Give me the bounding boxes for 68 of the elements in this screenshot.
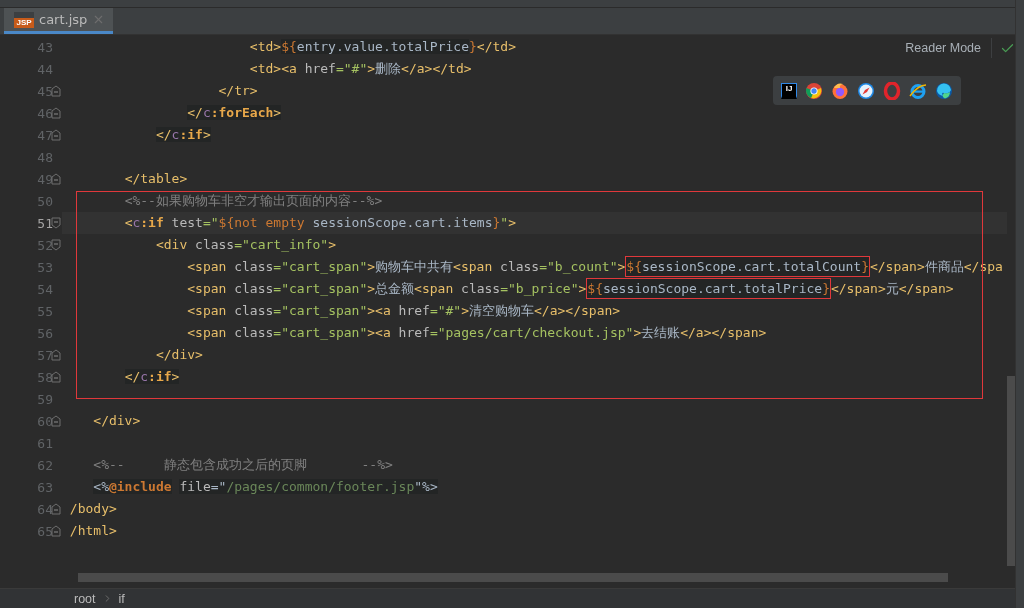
code-line: </div> bbox=[154, 346, 203, 364]
line-number: 65 bbox=[36, 523, 53, 539]
code-line: <%@include file="/pages/common/footer.jsp"%> bbox=[92, 478, 438, 496]
code-line: </c:if> bbox=[154, 126, 211, 144]
code-line: <%-- 静态包含成功之后的页脚 --%> bbox=[92, 456, 393, 474]
browser-icon[interactable] bbox=[857, 81, 875, 100]
line-number: 58 bbox=[36, 369, 53, 385]
code-line: <div class="cart_info"> bbox=[154, 236, 336, 254]
code-line: </div> bbox=[92, 412, 141, 430]
line-number: 57 bbox=[36, 347, 53, 363]
line-number: 61 bbox=[36, 435, 53, 451]
fold-marker-icon[interactable] bbox=[51, 371, 61, 383]
horizontal-scrollbar[interactable] bbox=[78, 573, 948, 582]
code-line: /body> bbox=[68, 500, 117, 518]
reader-mode-label[interactable]: Reader Mode bbox=[905, 38, 992, 58]
fold-marker-icon[interactable] bbox=[51, 85, 61, 97]
line-number: 60 bbox=[36, 413, 53, 429]
code-line: <span class="cart_span"><a href="pages/cart/checkout.jsp">去结账</a></span> bbox=[186, 324, 767, 342]
line-number: 55 bbox=[36, 303, 53, 319]
browser-icon[interactable] bbox=[805, 81, 823, 100]
line-number: 44 bbox=[36, 61, 53, 77]
line-number: 49 bbox=[36, 171, 53, 187]
code-line: <c:if test="${not empty sessionScope.cart.items}"> bbox=[123, 214, 516, 232]
jsp-file-icon: JSP bbox=[14, 11, 34, 28]
fold-marker-icon[interactable] bbox=[51, 173, 61, 185]
code-line: <%--如果购物车非空才输出页面的内容--%> bbox=[123, 192, 383, 210]
browser-icon[interactable] bbox=[831, 81, 849, 100]
line-number: 59 bbox=[36, 391, 53, 407]
fold-marker-icon[interactable] bbox=[51, 217, 61, 229]
line-number: 46 bbox=[36, 105, 53, 121]
marked-expression: ${sessionScope.cart.totalPrice} bbox=[586, 278, 831, 299]
line-number: 56 bbox=[36, 325, 53, 341]
line-number: 54 bbox=[36, 281, 53, 297]
code-line: <span class="cart_span"><a href="#">清空购物车</a></span> bbox=[186, 302, 621, 320]
line-number: 51 bbox=[36, 215, 53, 231]
code-line: /html> bbox=[68, 522, 117, 540]
code-line: </c:if> bbox=[123, 368, 180, 386]
line-number: 63 bbox=[36, 479, 53, 495]
ide-logo-icon[interactable]: IJ bbox=[781, 82, 797, 99]
vertical-scrollbar[interactable] bbox=[1007, 376, 1015, 566]
fold-marker-icon[interactable] bbox=[51, 239, 61, 251]
breadcrumb-item[interactable]: root bbox=[74, 591, 96, 606]
line-number: 53 bbox=[36, 259, 53, 275]
line-number: 45 bbox=[36, 83, 53, 99]
code-line: <td>${entry.value.totalPrice}</td> bbox=[248, 38, 516, 56]
fold-marker-icon[interactable] bbox=[51, 107, 61, 119]
line-number: 43 bbox=[36, 39, 53, 55]
line-number: 52 bbox=[36, 237, 53, 253]
fold-marker-icon[interactable] bbox=[51, 525, 61, 537]
fold-marker-icon[interactable] bbox=[51, 129, 61, 141]
line-number: 64 bbox=[36, 501, 53, 517]
line-number: 62 bbox=[36, 457, 53, 473]
browser-icon[interactable] bbox=[935, 81, 953, 100]
code-line: </table> bbox=[123, 170, 188, 188]
code-line: <span class="cart_span">总金额<span class="b_price">${sessionScope.cart.totalPrice}</span>元</span> bbox=[62, 278, 954, 300]
fold-marker-icon[interactable] bbox=[51, 349, 61, 361]
line-number: 50 bbox=[36, 193, 53, 209]
line-number: 48 bbox=[36, 149, 53, 165]
file-tab[interactable]: JSP cart.jsp bbox=[4, 8, 114, 34]
fold-marker-icon[interactable] bbox=[51, 503, 61, 515]
line-number: 47 bbox=[36, 127, 53, 143]
fold-marker-icon[interactable] bbox=[51, 415, 61, 427]
browser-icon[interactable] bbox=[909, 81, 927, 100]
marked-expression: ${sessionScope.cart.totalCount} bbox=[625, 256, 870, 277]
breadcrumb-item[interactable]: if bbox=[118, 591, 125, 606]
code-line: </c:forEach> bbox=[186, 104, 282, 122]
code-line: <td><a href="#">删除</a></td> bbox=[248, 60, 472, 78]
code-line: </tr> bbox=[217, 82, 258, 100]
